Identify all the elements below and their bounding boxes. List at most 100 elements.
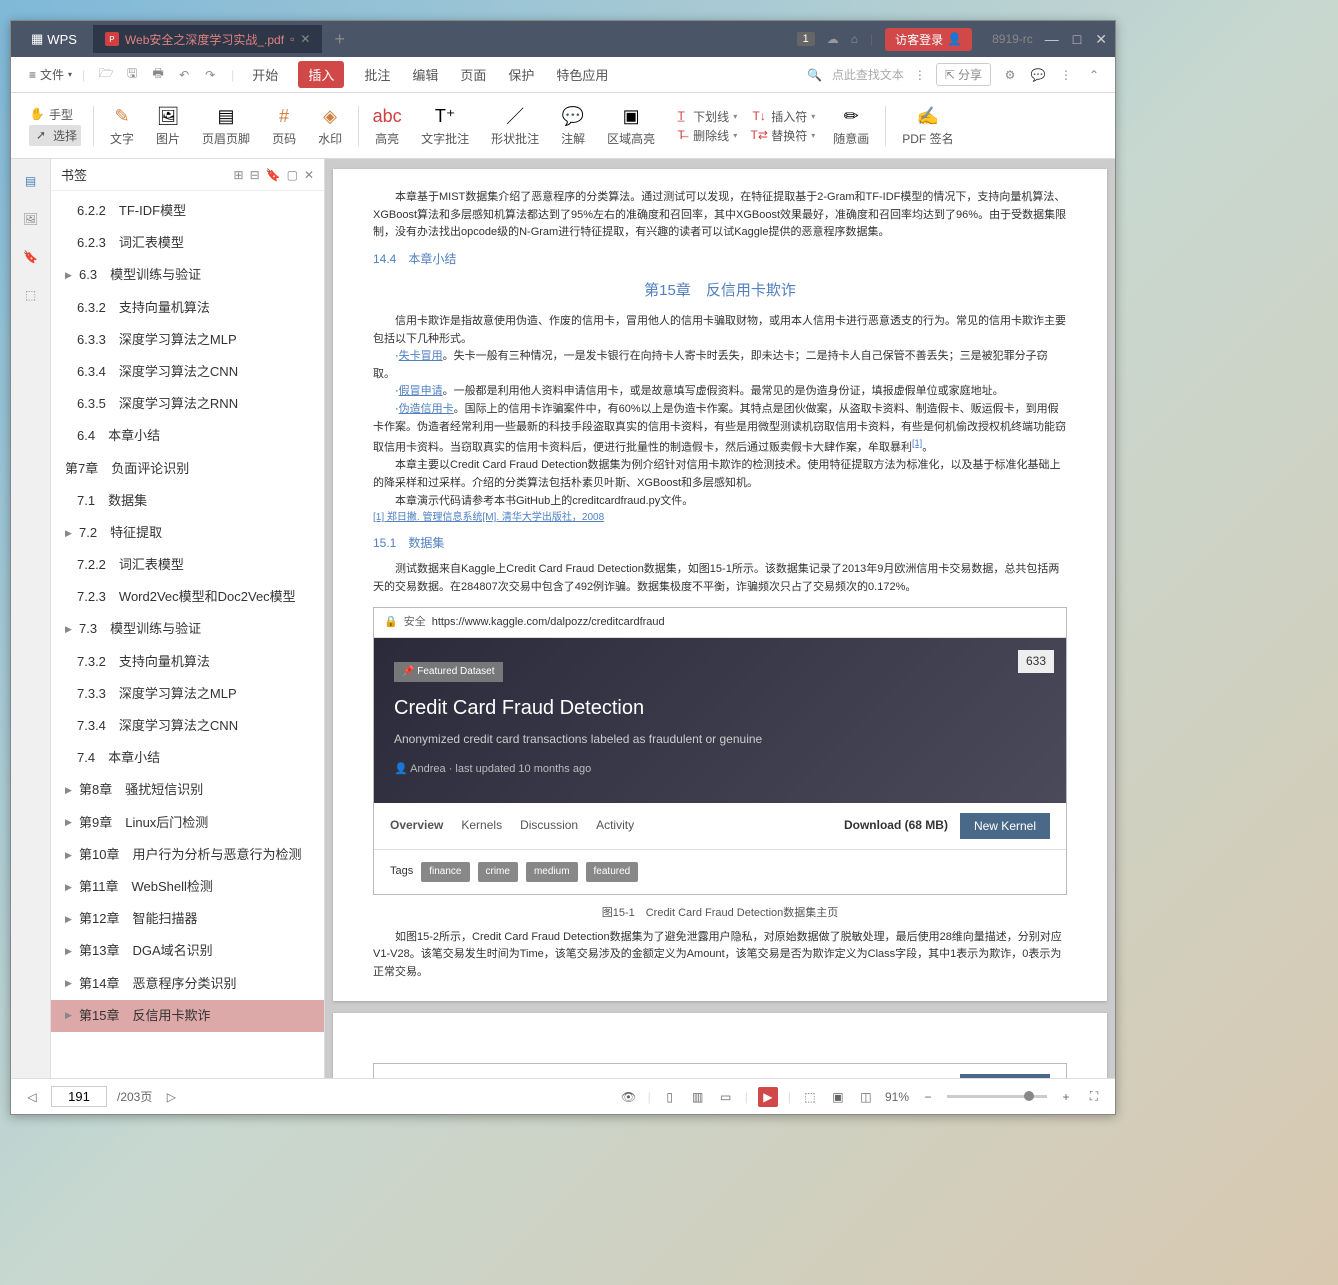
freehand-tool[interactable]: ✏随意画 [823, 100, 879, 151]
tab-special[interactable]: 特色应用 [554, 61, 610, 88]
zoom-out-button[interactable]: − [919, 1088, 937, 1106]
home-icon[interactable]: ⌂ [851, 32, 858, 46]
bookmark-item[interactable]: ▶第15章 反信用卡欺诈 [51, 1000, 324, 1032]
caret-icon[interactable]: ▶ [65, 623, 73, 636]
file-menu[interactable]: ≡ 文件 ▾ [23, 62, 78, 87]
dataset-tab-activity[interactable]: Activity [596, 816, 634, 835]
tab-start[interactable]: 开始 [250, 61, 280, 88]
bookmark-item[interactable]: 7.2.3 Word2Vec模型和Doc2Vec模型 [51, 581, 324, 613]
zoom-handle[interactable] [1024, 1091, 1034, 1101]
tab-protect[interactable]: 保护 [506, 61, 536, 88]
zoom-slider[interactable] [947, 1095, 1047, 1098]
pdf-sign-tool[interactable]: ✍PDF 签名 [892, 100, 963, 151]
bookmark-item[interactable]: ▶第11章 WebShell检测 [51, 871, 324, 903]
search-placeholder[interactable]: 点此查找文本 [832, 66, 904, 83]
page-number-tool[interactable]: #页码 [262, 100, 306, 151]
shape-annotation-tool[interactable]: ／形状批注 [481, 100, 549, 151]
new-tab-button[interactable]: + [334, 29, 345, 50]
new-kernel-button[interactable]: New Kernel [960, 813, 1050, 839]
tab-edit[interactable]: 编辑 [410, 61, 440, 88]
play-icon[interactable]: ▶ [758, 1087, 778, 1107]
bookmark-item[interactable]: 7.3.4 深度学习算法之CNN [51, 710, 324, 742]
caret-icon[interactable]: ▶ [65, 945, 73, 958]
replace-symbol-tool[interactable]: T⇄替换符▾ [751, 127, 815, 144]
caret-icon[interactable]: ▶ [65, 913, 73, 926]
caret-icon[interactable]: ▶ [65, 881, 73, 894]
text-tool[interactable]: ✎文字 [100, 100, 144, 151]
bookmark-item[interactable]: 6.4 本章小结 [51, 420, 324, 452]
tag-crime[interactable]: crime [478, 862, 518, 882]
highlight-tool[interactable]: abc高亮 [365, 100, 409, 151]
bookmark-item[interactable]: ▶7.3 模型训练与验证 [51, 613, 324, 645]
save-icon[interactable]: 🖫 [123, 66, 141, 84]
close-button[interactable]: ✕ [1095, 31, 1107, 48]
fit-page-icon[interactable]: ▣ [829, 1088, 847, 1106]
bookmark-item[interactable]: 7.1 数据集 [51, 485, 324, 517]
tab-page[interactable]: 页面 [458, 61, 488, 88]
bookmark-item[interactable]: 第7章 负面评论识别 [51, 453, 324, 485]
insert-symbol-tool[interactable]: T↓插入符▾ [751, 108, 815, 125]
caret-icon[interactable]: ▶ [65, 1009, 73, 1022]
bookmark-item[interactable]: 6.2.3 词汇表模型 [51, 227, 324, 259]
document-tab[interactable]: P Web安全之深度学习实战_.pdf ▫ ✕ [93, 25, 322, 53]
tag-featured[interactable]: featured [586, 862, 639, 882]
share-button[interactable]: ⇱ 分享 [936, 63, 991, 86]
tab-close-icon[interactable]: ✕ [300, 32, 310, 46]
area-highlight-tool[interactable]: ▣区域高亮 [597, 100, 665, 151]
settings-icon[interactable]: ⚙ [1001, 66, 1019, 84]
attachment-icon[interactable]: ⬚ [21, 285, 41, 305]
bookmark-item[interactable]: ▶第13章 DGA域名识别 [51, 935, 324, 967]
sidebar-close-icon[interactable]: ✕ [304, 168, 314, 182]
caret-icon[interactable]: ▶ [65, 849, 73, 862]
actual-size-icon[interactable]: ◫ [857, 1088, 875, 1106]
header-footer-tool[interactable]: ▤页眉页脚 [192, 100, 260, 151]
tag-finance[interactable]: finance [421, 862, 469, 882]
caret-icon[interactable]: ▶ [65, 527, 73, 540]
minimize-button[interactable]: — [1045, 31, 1059, 48]
image-tool[interactable]: 🖼图片 [146, 100, 190, 151]
print-icon[interactable]: 🖶 [149, 66, 167, 84]
underline-tool[interactable]: T̲下划线▾ [673, 108, 737, 125]
strikethrough-tool[interactable]: T̶删除线▾ [673, 127, 737, 144]
thumbnails-icon[interactable]: 🖼 [21, 209, 41, 229]
fit-width-icon[interactable]: ⬚ [801, 1088, 819, 1106]
view-single-icon[interactable]: ▯ [661, 1088, 679, 1106]
more-menu-icon[interactable]: ⋮ [1057, 66, 1075, 84]
bookmark-item[interactable]: ▶第8章 骚扰短信识别 [51, 774, 324, 806]
bookmark-item[interactable]: ▶6.3 模型训练与验证 [51, 259, 324, 291]
annotation-tool[interactable]: 💬注解 [551, 100, 595, 151]
app-logo[interactable]: ▦ WPS [19, 31, 89, 47]
undo-icon[interactable]: ↶ [175, 66, 193, 84]
collapse-ribbon-icon[interactable]: ⌃ [1085, 66, 1103, 84]
bookmark-item[interactable]: ▶第10章 用户行为分析与恶意行为检测 [51, 839, 324, 871]
watermark-tool[interactable]: ◈水印 [308, 100, 352, 151]
prev-page-button[interactable]: ◁ [23, 1088, 41, 1106]
caret-icon[interactable]: ▶ [65, 816, 73, 829]
hand-tool[interactable]: ✋手型 [29, 106, 81, 123]
search-icon[interactable]: 🔍 [807, 68, 822, 82]
bookmark-item[interactable]: 6.3.3 深度学习算法之MLP [51, 324, 324, 356]
zoom-in-button[interactable]: + [1057, 1088, 1075, 1106]
bookmark-item[interactable]: 7.4 本章小结 [51, 742, 324, 774]
bookmark-item[interactable]: ▶第9章 Linux后门检测 [51, 807, 324, 839]
maximize-button[interactable]: □ [1073, 31, 1081, 48]
caret-icon[interactable]: ▶ [65, 784, 73, 797]
bookmark-item[interactable]: 6.3.5 深度学习算法之RNN [51, 388, 324, 420]
bookmark-item[interactable]: 6.3.4 深度学习算法之CNN [51, 356, 324, 388]
tag-medium[interactable]: medium [526, 862, 578, 882]
cloud-icon[interactable]: ☁ [827, 32, 839, 46]
dataset-tab-kernels[interactable]: Kernels [461, 816, 502, 835]
tab-insert[interactable]: 插入 [298, 61, 344, 88]
notification-badge[interactable]: 1 [797, 32, 815, 46]
select-tool[interactable]: ➚选择 [29, 125, 81, 146]
caret-icon[interactable]: ▶ [65, 269, 73, 282]
bookmark-item[interactable]: ▶7.2 特征提取 [51, 517, 324, 549]
bookmark-item[interactable]: 6.2.2 TF-IDF模型 [51, 195, 324, 227]
caret-icon[interactable]: ▶ [65, 977, 73, 990]
tab-external-icon[interactable]: ▫ [290, 32, 294, 46]
page-input[interactable] [51, 1086, 107, 1107]
dataset-tab-overview[interactable]: Overview [390, 816, 443, 835]
feedback-icon[interactable]: 💬 [1029, 66, 1047, 84]
login-button[interactable]: 访客登录 👤 [885, 28, 972, 51]
eye-icon[interactable]: 👁 [620, 1088, 638, 1106]
